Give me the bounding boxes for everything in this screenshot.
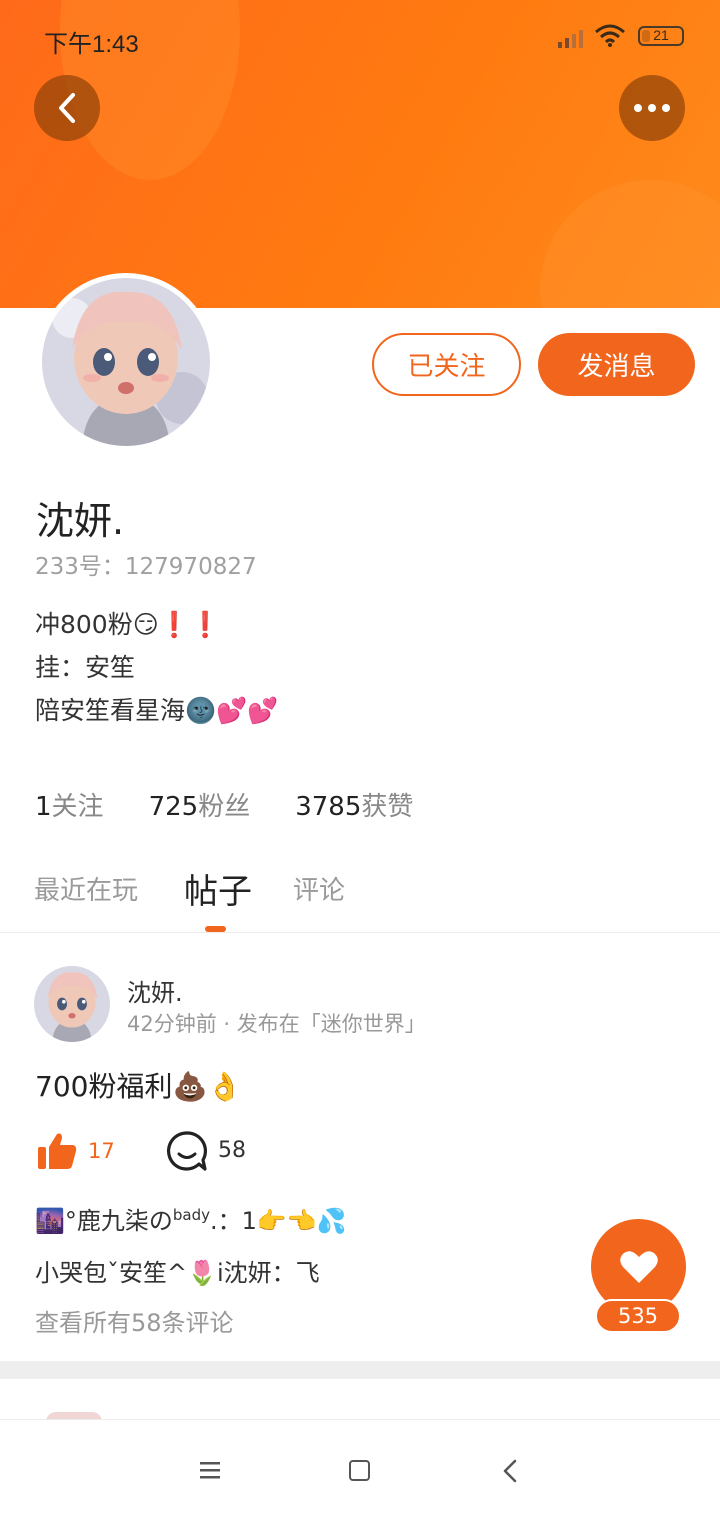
post-author-avatar[interactable]	[34, 966, 110, 1042]
followed-button[interactable]: 已关注	[372, 333, 521, 396]
comment-preview[interactable]: 小哭包ˇ安笙^🌷i沈妍：飞	[35, 1253, 320, 1288]
post-text[interactable]: 700粉福利💩👌	[35, 1065, 242, 1105]
more-dots-icon	[634, 104, 670, 112]
stat-label: 粉丝	[198, 792, 251, 822]
bio-line: 陪安笙看星海🌚💕💕	[35, 696, 279, 725]
tab-comments[interactable]: 评论	[293, 870, 345, 907]
like-count: 17	[88, 1139, 115, 1163]
anime-avatar-image	[42, 278, 210, 446]
stat-label: 获赞	[361, 792, 414, 822]
profile-username: 沈妍.	[36, 499, 125, 543]
view-all-comments-link[interactable]: 查看所有58条评论	[35, 1303, 234, 1338]
tab-posts[interactable]: 帖子	[184, 864, 252, 913]
battery-icon: 21	[638, 26, 684, 46]
wifi-icon	[595, 24, 625, 47]
comment-author-suffix: bady	[172, 1206, 211, 1224]
menu-icon[interactable]	[198, 1460, 222, 1480]
bio-line: 冲800粉😏❗❗	[35, 610, 222, 639]
banner-decoration	[540, 180, 720, 308]
profile-avatar[interactable]	[37, 273, 215, 451]
home-icon[interactable]	[349, 1460, 370, 1481]
battery-level: 21	[653, 27, 669, 43]
status-time: 下午1:43	[44, 31, 139, 58]
stat-likes[interactable]: 3785获赞	[295, 786, 413, 823]
profile-bio: 冲800粉😏❗❗ 挂：安笙 陪安笙看星海🌚💕💕	[35, 603, 278, 732]
heart-icon	[619, 1250, 658, 1283]
send-message-button[interactable]: 发消息	[538, 333, 695, 396]
back-button[interactable]	[34, 75, 100, 141]
chevron-left-icon	[59, 93, 75, 123]
profile-stats: 1关注 725粉丝 3785获赞	[35, 786, 458, 823]
comment-body: .：1👉👈💦	[210, 1207, 347, 1235]
section-divider	[0, 1361, 720, 1379]
stat-label: 关注	[51, 792, 104, 822]
comment-count: 58	[218, 1138, 246, 1163]
profile-user-id: 233号：127970827	[35, 554, 257, 580]
anime-avatar-image	[34, 966, 110, 1042]
more-button[interactable]	[619, 75, 685, 141]
comment-author: 🌆°鹿九柒の	[35, 1207, 173, 1235]
post-meta: 42分钟前 · 发布在「迷你世界」	[127, 1012, 426, 1036]
status-bar: 下午1:43 21	[0, 0, 720, 72]
signal-icon	[558, 30, 583, 48]
system-nav-bar	[0, 1419, 720, 1520]
bio-line: 挂：安笙	[35, 653, 136, 682]
stat-number: 1	[35, 792, 52, 822]
profile-tabs: 最近在玩 帖子 评论	[0, 862, 720, 932]
stat-number: 725	[148, 792, 199, 822]
stat-following[interactable]: 1关注	[35, 786, 104, 823]
thumbs-up-icon[interactable]	[36, 1131, 78, 1171]
back-icon[interactable]	[500, 1458, 520, 1484]
comment-preview[interactable]: 🌆°鹿九柒のbady.：1👉👈💦	[35, 1201, 347, 1236]
fab-like-count: 535	[595, 1299, 681, 1333]
tab-recently-played[interactable]: 最近在玩	[34, 870, 138, 907]
post-author-name[interactable]: 沈妍.	[127, 973, 183, 1008]
stat-number: 3785	[295, 792, 362, 822]
stat-followers[interactable]: 725粉丝	[149, 786, 251, 823]
comment-bubble-icon[interactable]	[165, 1129, 209, 1173]
